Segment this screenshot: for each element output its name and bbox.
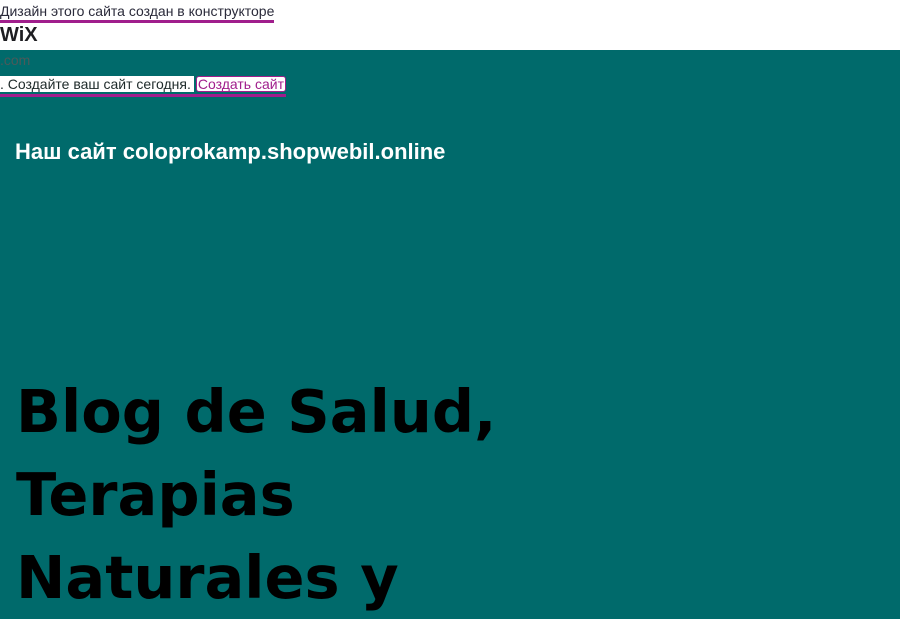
wix-cta-text: . Создайте ваш сайт сегодня. [0,76,194,92]
hero-title: Blog de Salud, Terapias Naturales y [16,377,497,612]
wix-banner-link[interactable]: Дизайн этого сайта создан в конструкторе [0,3,275,23]
wix-banner: Дизайн этого сайта создан в конструкторе… [0,0,900,50]
create-site-button[interactable]: Создать сайт [195,76,286,92]
wix-cta-bar: . Создайте ваш сайт сегодня. Создать сайт [0,76,286,97]
wix-logo[interactable]: WiX [0,24,38,46]
site-name: Наш сайт coloprokamp.shopwebil.online [15,139,446,164]
wix-domain-suffix: .com [0,52,31,68]
